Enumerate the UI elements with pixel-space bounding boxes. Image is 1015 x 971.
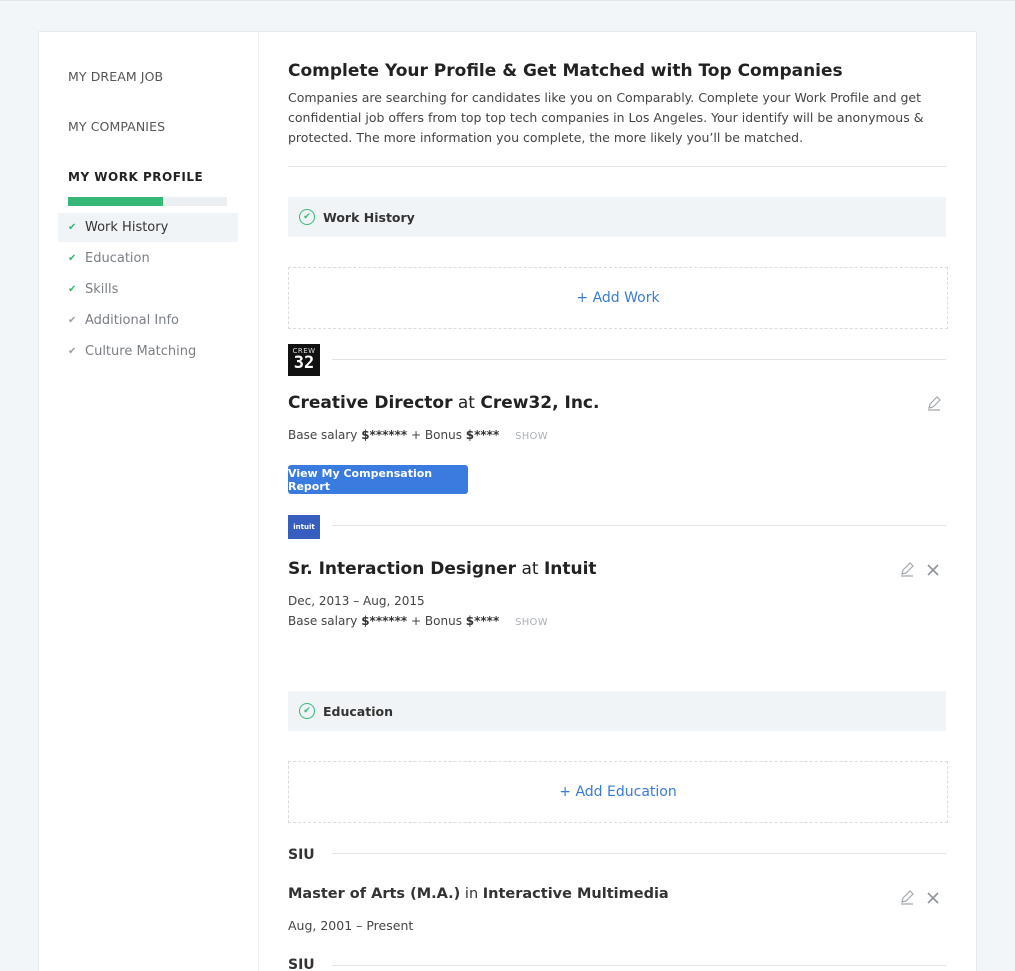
school-name: SIU (288, 847, 315, 863)
show-salary-link[interactable]: SHOW (515, 617, 548, 628)
section-header-education: ✔ Education (288, 691, 946, 731)
sidebar-item-label: Culture Matching (85, 344, 197, 359)
close-icon[interactable] (926, 562, 944, 580)
sidebar-item-work-history[interactable]: ✔ Work History (58, 213, 238, 242)
logo-number: 32 (293, 353, 315, 373)
pencil-icon[interactable] (898, 888, 916, 906)
section-title: Education (323, 703, 393, 719)
job-company: Intuit (543, 559, 597, 579)
job-at: at (457, 393, 475, 413)
page-title: Complete Your Profile & Get Matched with… (288, 61, 843, 81)
sidebar-item-skills[interactable]: ✔ Skills (58, 275, 238, 304)
sidebar-link-companies[interactable]: MY COMPANIES (68, 119, 165, 134)
sidebar-item-culture-matching[interactable]: ✔ Culture Matching (58, 337, 238, 366)
job-role: Sr. Interaction Designer (288, 559, 517, 579)
view-compensation-report-button[interactable]: View My Compensation Report (288, 465, 468, 494)
sidebar-link-dream-job[interactable]: MY DREAM JOB (68, 69, 163, 84)
check-icon: ✔ (68, 284, 77, 295)
bonus-label: + Bonus (411, 428, 462, 442)
check-icon: ✔ (68, 222, 77, 233)
circle-check-icon: ✔ (299, 703, 315, 719)
sidebar: MY DREAM JOB MY COMPANIES MY WORK PROFIL… (39, 32, 259, 971)
sidebar-item-label: Additional Info (85, 313, 179, 328)
main-content: Complete Your Profile & Get Matched with… (288, 32, 948, 971)
profile-progress-fill (68, 197, 164, 206)
add-work-button[interactable]: + Add Work (288, 267, 948, 329)
salary-line: Base salary $****** + Bonus $**** SHOW (288, 428, 548, 442)
divider (332, 359, 946, 360)
bonus-label: + Bonus (411, 614, 462, 628)
show-salary-link[interactable]: SHOW (515, 431, 548, 442)
profile-card: MY DREAM JOB MY COMPANIES MY WORK PROFIL… (38, 31, 977, 971)
company-logo-intuit: intuit (288, 515, 320, 539)
sidebar-item-label: Skills (85, 282, 119, 297)
base-salary-label: Base salary (288, 428, 358, 442)
bonus-value: $**** (465, 428, 500, 442)
bonus-value: $**** (465, 614, 500, 628)
top-divider (0, 0, 1015, 1)
base-salary-value: $****** (361, 614, 408, 628)
divider (288, 166, 946, 167)
check-icon: ✔ (68, 346, 77, 357)
sidebar-item-additional-info[interactable]: ✔ Additional Info (58, 306, 238, 335)
degree-name: Master of Arts (M.A.) (288, 886, 461, 902)
job-dates: Dec, 2013 – Aug, 2015 (288, 594, 425, 608)
divider (332, 965, 946, 966)
job-role: Creative Director (288, 393, 453, 413)
job-company: Crew32, Inc. (480, 393, 600, 413)
job-at: at (521, 559, 539, 579)
base-salary-label: Base salary (288, 614, 358, 628)
degree-in: in (464, 886, 479, 902)
company-logo-crew32: CREW 32 (288, 344, 320, 376)
circle-check-icon: ✔ (299, 209, 315, 225)
check-icon: ✔ (68, 315, 77, 326)
salary-line: Base salary $****** + Bonus $**** SHOW (288, 614, 548, 628)
close-icon[interactable] (926, 890, 944, 908)
sidebar-item-education[interactable]: ✔ Education (58, 244, 238, 273)
sidebar-item-label: Work History (85, 220, 169, 235)
section-header-work-history: ✔ Work History (288, 197, 946, 237)
sidebar-heading-work-profile: MY WORK PROFILE (68, 170, 204, 184)
section-title: Work History (323, 209, 415, 225)
base-salary-value: $****** (361, 428, 408, 442)
divider (332, 525, 946, 526)
intro-text: Companies are searching for candidates l… (288, 90, 924, 145)
pencil-icon[interactable] (898, 560, 916, 578)
profile-progress-bar (68, 197, 227, 206)
education-dates: Aug, 2001 – Present (288, 918, 414, 933)
degree-title: Master of Arts (M.A.) in Interactive Mul… (288, 886, 669, 902)
job-title: Creative Director at Crew32, Inc. (288, 393, 599, 413)
pencil-icon[interactable] (925, 394, 943, 412)
divider (332, 853, 946, 854)
job-title: Sr. Interaction Designer at Intuit (288, 559, 597, 579)
check-icon: ✔ (68, 253, 77, 264)
school-name: SIU (288, 957, 315, 971)
degree-field: Interactive Multimedia (482, 886, 669, 902)
sidebar-item-label: Education (85, 251, 150, 266)
add-education-button[interactable]: + Add Education (288, 761, 948, 823)
